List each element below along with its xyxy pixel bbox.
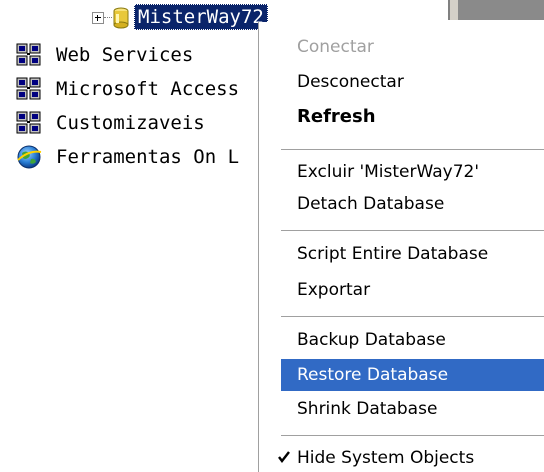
- menu-item-excluir[interactable]: Excluir 'MisterWay72': [279, 156, 544, 188]
- tree-item-label: MisterWay72: [134, 4, 268, 30]
- checkmark-icon: [277, 449, 291, 468]
- tree-item-customizaveis[interactable]: Customizaveis: [0, 106, 258, 140]
- menu-item-label: Backup Database: [297, 330, 446, 350]
- menu-item-script-entire-database[interactable]: Script Entire Database: [279, 238, 544, 270]
- menu-item-label: Script Entire Database: [297, 244, 489, 264]
- pane-divider-light: [450, 0, 458, 20]
- menu-separator: [281, 316, 544, 317]
- menu-item-label: Excluir 'MisterWay72': [297, 162, 480, 182]
- expand-icon[interactable]: [92, 12, 104, 24]
- tree-item-label: Customizaveis: [56, 112, 205, 134]
- server-group-icon: [16, 43, 42, 67]
- menu-item-hide-system-objects[interactable]: Hide System Objects: [259, 442, 544, 472]
- server-group-icon: [16, 77, 42, 101]
- menu-separator: [281, 149, 544, 150]
- right-pane: [458, 0, 544, 20]
- tree-item-label: Ferramentas On L: [56, 146, 240, 168]
- database-icon: [112, 6, 130, 30]
- menu-item-backup-database[interactable]: Backup Database: [279, 324, 544, 356]
- menu-item-desconectar[interactable]: Desconectar: [279, 66, 544, 98]
- menu-item-label: Exportar: [297, 280, 371, 300]
- menu-item-restore-database[interactable]: Restore Database: [281, 359, 544, 391]
- menu-item-label: Refresh: [297, 105, 376, 127]
- tree-item-web-services[interactable]: Web Services: [0, 38, 258, 72]
- tree-item-misterway72[interactable]: MisterWay72: [0, 0, 300, 34]
- menu-item-exportar[interactable]: Exportar: [279, 274, 544, 306]
- tree-item-microsoft-access[interactable]: Microsoft Access: [0, 72, 258, 106]
- menu-separator: [281, 435, 544, 436]
- menu-item-label: Detach Database: [297, 194, 445, 214]
- menu-item-detach-database[interactable]: Detach Database: [279, 188, 544, 220]
- tree-item-label: Web Services: [56, 44, 194, 66]
- menu-item-label: Restore Database: [297, 365, 449, 385]
- globe-icon: [16, 144, 42, 170]
- menu-item-refresh[interactable]: Refresh: [279, 100, 544, 132]
- menu-item-label: Desconectar: [297, 72, 404, 92]
- context-menu: Conectar Desconectar Refresh Excluir 'Mi…: [258, 22, 544, 472]
- menu-item-label: Hide System Objects: [297, 448, 475, 468]
- tree-connector: [104, 17, 112, 18]
- menu-item-shrink-database[interactable]: Shrink Database: [279, 393, 544, 425]
- tree-item-label: Microsoft Access: [56, 78, 240, 100]
- tree-item-ferramentas-online[interactable]: Ferramentas On L: [0, 140, 258, 174]
- menu-item-label: Shrink Database: [297, 399, 438, 419]
- menu-separator: [281, 230, 544, 231]
- menu-item-label: Conectar: [297, 37, 374, 57]
- server-group-icon: [16, 111, 42, 135]
- menu-item-conectar[interactable]: Conectar: [279, 31, 544, 63]
